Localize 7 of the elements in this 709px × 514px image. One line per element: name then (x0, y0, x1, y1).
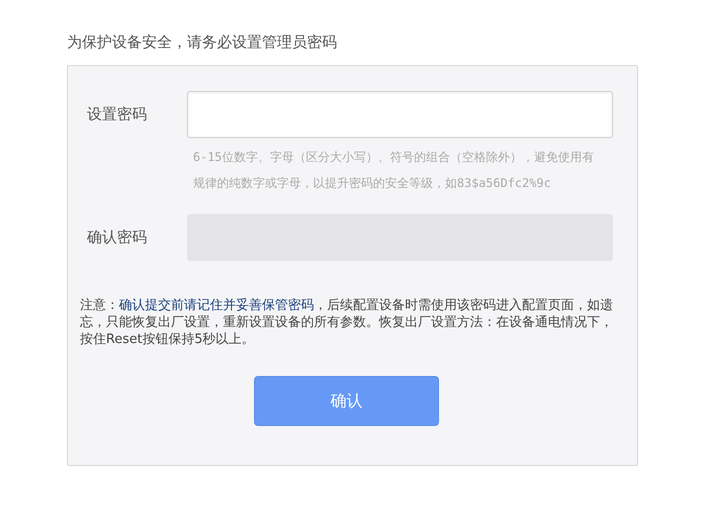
confirm-button[interactable]: 确认 (254, 376, 439, 426)
field-label: 设置密码 (86, 104, 148, 125)
password-field[interactable] (187, 91, 613, 138)
password-hint: 6-15位数字、字母（区分大小写）、符号的组合（空格除外），避免使用有规律的纯数字或字母，以提升密码的安全等级，如83$a56Dfc2%9c (192, 149, 595, 192)
field-label: 确认密码 (86, 227, 148, 248)
warning-note: 注意：确认提交前请记住并妥善保管密码，后续配置设备时需使用该密码进入配置页面，如遗忘，只能恢复出厂设置，重新设置设备的所有参数。恢复出厂设置方法：在设备通电情况下，按住Reset按钮保持5秒以上。 (80, 297, 613, 348)
page-heading: 为保护设备安全，请务必设置管理员密码 (67, 33, 338, 52)
